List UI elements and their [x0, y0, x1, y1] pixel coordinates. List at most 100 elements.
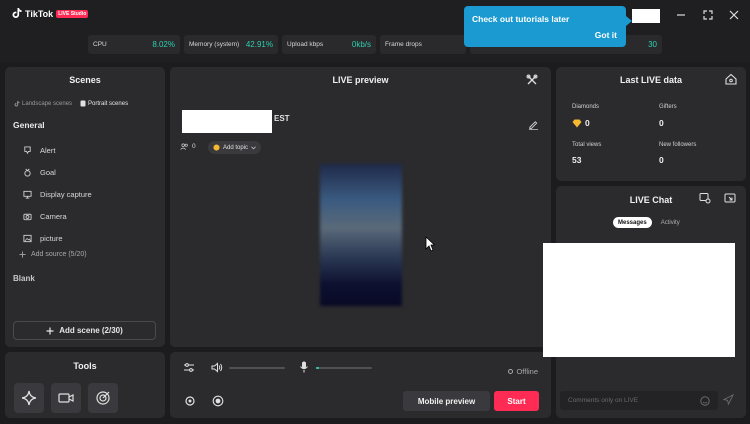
source-item-goal[interactable]: Goal	[23, 161, 163, 183]
portrait-icon	[80, 100, 86, 107]
settings-sliders-button[interactable]	[183, 362, 195, 373]
last-live-title: Last LIVE data	[619, 75, 682, 85]
last-live-data-panel: Last LIVE data Diamonds 0 Gifters 0 Tota…	[556, 67, 746, 181]
mobile-preview-button[interactable]: Mobile preview	[403, 391, 490, 411]
controls-panel: Offline Mobile preview Start	[170, 352, 551, 418]
record-icon	[212, 395, 224, 407]
live-chat-title: LIVE Chat	[629, 195, 673, 205]
stream-status: Offline	[508, 367, 538, 376]
people-icon	[180, 143, 188, 150]
chat-popout-button[interactable]	[724, 192, 736, 206]
creator-home-button[interactable]	[725, 73, 737, 87]
live-preview-panel: LIVE preview EST 0 Add topic	[170, 67, 551, 347]
alert-icon	[24, 145, 31, 154]
record-button[interactable]	[212, 395, 224, 407]
chat-overlay-redacted	[543, 243, 735, 357]
start-button[interactable]: Start	[494, 391, 539, 411]
send-icon	[722, 393, 735, 406]
tab-messages[interactable]: Messages	[613, 217, 652, 228]
effects-button[interactable]	[184, 395, 196, 407]
tutorial-tooltip: Check out tutorials later Got it	[464, 6, 632, 47]
total-views-label: Total views	[572, 142, 602, 148]
source-item-alert[interactable]: Alert	[23, 139, 163, 161]
stat-upload-value: 0kb/s	[351, 40, 371, 49]
scene-group-general[interactable]: General	[13, 120, 45, 130]
image-icon	[23, 234, 32, 242]
speaker-icon	[211, 362, 223, 373]
tab-landscape-scenes[interactable]: Landscape scenes	[14, 100, 72, 107]
got-it-button[interactable]: Got it	[595, 30, 617, 40]
goal-icon	[24, 168, 31, 177]
source-label: picture	[40, 233, 63, 243]
sliders-icon	[184, 363, 194, 372]
diamonds-value: 0	[572, 118, 590, 128]
maximize-icon	[703, 10, 713, 20]
scene-tabs: Landscape scenes Portrait scenes	[14, 100, 128, 107]
app-name: TikTok	[25, 8, 54, 19]
chevron-down-icon	[251, 145, 256, 149]
stat-extra-value: 30	[648, 40, 657, 49]
total-views-value: 53	[572, 155, 582, 165]
chat-settings-button[interactable]	[699, 192, 711, 206]
topic-icon	[213, 144, 220, 151]
scene-group-blank[interactable]: Blank	[13, 274, 35, 283]
viewer-count-value: 0	[192, 143, 196, 150]
source-label: Goal	[40, 167, 56, 177]
tiktok-logo-icon	[12, 8, 22, 18]
gifters-label: Gifters	[659, 104, 677, 110]
volume-slider[interactable]	[229, 367, 285, 369]
maximize-button[interactable]	[701, 8, 715, 22]
microphone-button[interactable]	[299, 361, 309, 373]
new-followers-label: New followers	[659, 142, 697, 148]
diamonds-number: 0	[585, 118, 590, 128]
stat-memory: Memory (system) 42.91%	[184, 35, 278, 54]
minimize-button[interactable]	[674, 8, 688, 22]
effects-tool-button[interactable]	[14, 383, 44, 413]
tiktok-small-icon	[14, 100, 20, 106]
add-source-button[interactable]: Add source (5/20)	[19, 251, 87, 258]
stat-frame-drops: Frame drops	[380, 35, 466, 54]
stat-upload: Upload kbps 0kb/s	[282, 35, 376, 54]
stream-status-label: Offline	[516, 367, 538, 376]
speaker-button[interactable]	[211, 362, 223, 373]
add-topic-button[interactable]: Add topic	[208, 141, 262, 154]
chat-settings-icon	[699, 193, 711, 204]
gear-icon	[185, 396, 195, 406]
add-scene-label: Add scene (2/30)	[59, 326, 123, 335]
tab-portrait-scenes[interactable]: Portrait scenes	[80, 100, 128, 107]
top-bar: TikTok LIVE Studio CPU 8.02% Memory (sys…	[0, 0, 750, 62]
stat-frame-drops-label: Frame drops	[385, 41, 422, 48]
tools-panel: Tools	[5, 352, 165, 418]
add-source-label: Add source (5/20)	[31, 251, 87, 258]
video-tool-button[interactable]	[51, 383, 81, 413]
tab-activity[interactable]: Activity	[656, 217, 685, 228]
tooltip-message: Check out tutorials later	[472, 14, 570, 24]
chat-input[interactable]: Comments only on LIVE	[560, 391, 718, 410]
preview-tools-button[interactable]	[526, 74, 538, 88]
source-item-camera[interactable]: Camera	[23, 205, 163, 227]
stat-upload-label: Upload kbps	[287, 41, 324, 48]
plus-icon	[46, 327, 54, 334]
home-icon	[725, 73, 737, 85]
avatar[interactable]	[632, 9, 660, 23]
tools-crossed-icon	[526, 74, 538, 85]
diamond-icon	[572, 119, 582, 127]
emoji-icon[interactable]	[700, 395, 710, 406]
camera-icon	[23, 213, 32, 220]
edit-title-button[interactable]	[528, 119, 539, 132]
close-icon	[729, 10, 739, 20]
monitor-icon	[23, 190, 32, 199]
microphone-slider[interactable]	[316, 367, 372, 369]
live-preview-title: LIVE preview	[332, 75, 389, 85]
close-button[interactable]	[727, 8, 741, 22]
source-item-picture[interactable]: picture	[23, 227, 163, 249]
source-item-display-capture[interactable]: Display capture	[23, 183, 163, 205]
tab-landscape-label: Landscape scenes	[22, 100, 73, 107]
chat-input-placeholder: Comments only on LIVE	[568, 397, 639, 404]
plus-icon	[19, 251, 26, 258]
send-button[interactable]	[722, 393, 735, 407]
source-label: Display capture	[40, 189, 92, 199]
target-tool-button[interactable]	[88, 383, 118, 413]
add-scene-button[interactable]: Add scene (2/30)	[13, 321, 156, 340]
stream-title-suffix: EST	[274, 114, 290, 123]
